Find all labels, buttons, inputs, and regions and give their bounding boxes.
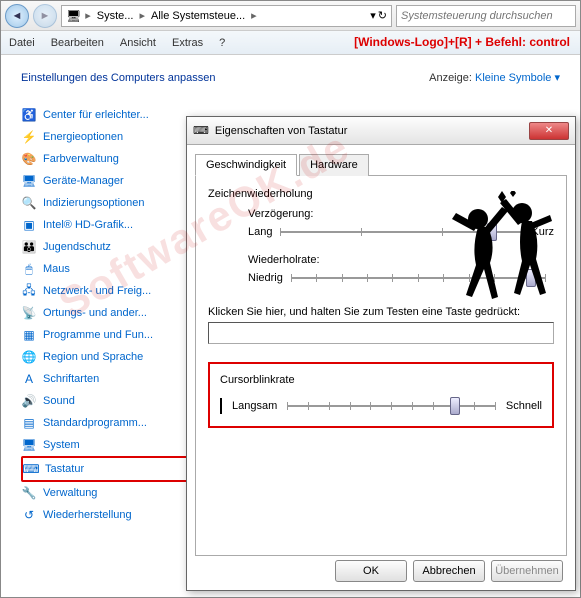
- menu-extras[interactable]: Extras: [172, 37, 203, 49]
- chevron-right-icon: ▸: [137, 9, 147, 22]
- item-icon: 🖧: [21, 283, 37, 299]
- chevron-right-icon: ▸: [249, 9, 259, 22]
- delay-max-label: Kurz: [531, 226, 554, 238]
- item-icon: 🔧: [21, 485, 37, 501]
- item-label: Geräte-Manager: [43, 175, 124, 187]
- item-label: Standardprogramm...: [43, 417, 147, 429]
- item-icon: ↺: [21, 507, 37, 523]
- delay-label: Verzögerung:: [248, 208, 554, 220]
- dropdown-icon[interactable]: ▾: [370, 9, 376, 22]
- rate-min-label: Niedrig: [248, 272, 283, 284]
- item-icon: 🖥: [21, 437, 37, 453]
- blink-slider[interactable]: [287, 396, 496, 416]
- item-label: Center für erleichter...: [43, 109, 149, 121]
- dialog-tabs: Geschwindigkeit Hardware: [195, 153, 567, 176]
- item-icon: ♿: [21, 107, 37, 123]
- item-label: Sound: [43, 395, 75, 407]
- item-label: Tastatur: [45, 463, 84, 475]
- computer-icon: 🖥: [66, 9, 81, 23]
- menu-view[interactable]: Ansicht: [120, 37, 156, 49]
- tab-speed[interactable]: Geschwindigkeit: [195, 154, 297, 176]
- item-icon: 📡: [21, 305, 37, 321]
- item-icon: ⚡: [21, 129, 37, 145]
- blink-max-label: Schnell: [506, 400, 542, 412]
- nav-back-button[interactable]: ◄: [5, 4, 29, 28]
- item-icon: A: [21, 371, 37, 387]
- annotation-hint: [Windows-Logo]+[R] + Befehl: control: [354, 35, 570, 49]
- test-label: Klicken Sie hier, und halten Sie zum Tes…: [208, 306, 554, 318]
- item-label: Maus: [43, 263, 70, 275]
- blink-min-label: Langsam: [232, 400, 277, 412]
- item-icon: 🎨: [21, 151, 37, 167]
- ok-button[interactable]: OK: [335, 560, 407, 582]
- item-icon: ▣: [21, 217, 37, 233]
- tab-hardware[interactable]: Hardware: [299, 154, 369, 176]
- item-label: Netzwerk- und Freig...: [43, 285, 151, 297]
- delay-min-label: Lang: [248, 226, 272, 238]
- item-label: Intel® HD-Grafik...: [43, 219, 133, 231]
- delay-slider[interactable]: [280, 222, 523, 242]
- item-label: Wiederherstellung: [43, 509, 132, 521]
- item-label: Region und Sprache: [43, 351, 143, 363]
- refresh-icon[interactable]: ↻: [378, 9, 387, 22]
- item-label: Energieoptionen: [43, 131, 123, 143]
- breadcrumb-seg[interactable]: Syste...: [95, 10, 136, 22]
- address-bar[interactable]: 🖥 ▸ Syste... ▸ Alle Systemsteue... ▸ ▾ ↻: [61, 5, 392, 27]
- close-button[interactable]: ✕: [529, 122, 569, 140]
- nav-forward-button[interactable]: ►: [33, 4, 57, 28]
- repeat-test-input[interactable]: [208, 322, 554, 344]
- menu-file[interactable]: Datei: [9, 37, 35, 49]
- rate-label: Wiederholrate:: [248, 254, 554, 266]
- item-icon: 🖥: [21, 173, 37, 189]
- view-mode-dropdown[interactable]: Kleine Symbole ▾: [475, 72, 560, 84]
- cursor-blink-group-highlight: Cursorblinkrate Langsam Schnell: [208, 362, 554, 428]
- breadcrumb-seg[interactable]: Alle Systemsteue...: [149, 10, 247, 22]
- item-icon: ▤: [21, 415, 37, 431]
- item-icon: 🖱: [21, 261, 37, 277]
- item-label: Verwaltung: [43, 487, 97, 499]
- item-icon: 🌐: [21, 349, 37, 365]
- cursor-preview: [220, 398, 222, 414]
- page-title: Einstellungen des Computers anpassen: [21, 72, 215, 84]
- keyboard-properties-dialog: ⌨ Eigenschaften von Tastatur ✕ Geschwind…: [186, 116, 576, 591]
- item-icon: ⌨: [23, 461, 39, 477]
- dialog-title: Eigenschaften von Tastatur: [215, 125, 523, 137]
- item-label: Programme und Fun...: [43, 329, 153, 341]
- item-icon: ▦: [21, 327, 37, 343]
- cancel-button[interactable]: Abbrechen: [413, 560, 485, 582]
- item-icon: 👪: [21, 239, 37, 255]
- keyboard-icon: ⌨: [193, 124, 209, 137]
- item-icon: 🔊: [21, 393, 37, 409]
- apply-button[interactable]: Übernehmen: [491, 560, 563, 582]
- menu-help[interactable]: ?: [219, 37, 225, 49]
- group-char-repeat: Zeichenwiederholung: [208, 188, 554, 200]
- item-label: Indizierungsoptionen: [43, 197, 145, 209]
- item-label: Jugendschutz: [43, 241, 111, 253]
- item-label: Schriftarten: [43, 373, 99, 385]
- search-input[interactable]: [396, 5, 576, 27]
- chevron-right-icon: ▸: [83, 9, 93, 22]
- item-label: Ortungs- und ander...: [43, 307, 147, 319]
- dialog-titlebar[interactable]: ⌨ Eigenschaften von Tastatur ✕: [187, 117, 575, 145]
- window-titlebar: ◄ ► 🖥 ▸ Syste... ▸ Alle Systemsteue... ▸…: [1, 1, 580, 31]
- rate-slider[interactable]: [291, 268, 546, 288]
- menu-edit[interactable]: Bearbeiten: [51, 37, 104, 49]
- item-label: Farbverwaltung: [43, 153, 119, 165]
- group-cursor-blink: Cursorblinkrate: [220, 374, 542, 386]
- view-label: Anzeige:: [429, 72, 472, 84]
- item-icon: 🔍: [21, 195, 37, 211]
- item-label: System: [43, 439, 80, 451]
